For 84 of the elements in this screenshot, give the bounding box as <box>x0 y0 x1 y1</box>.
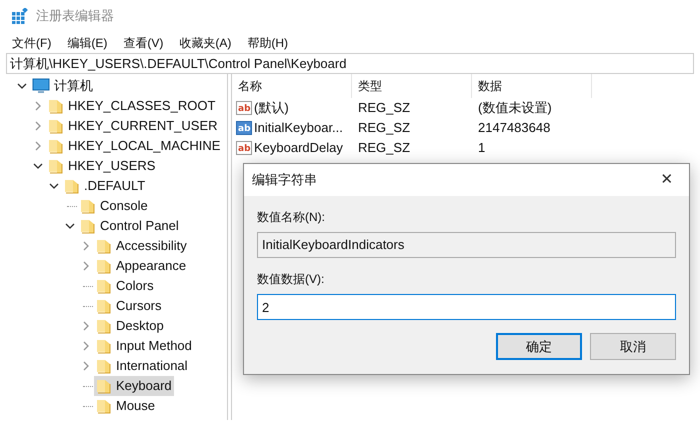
tree-item[interactable]: Cursors <box>94 296 164 316</box>
folder-icon <box>96 318 112 334</box>
tree-label: Control Panel <box>100 217 179 236</box>
tree-label: HKEY_LOCAL_MACHINE <box>68 137 220 156</box>
tree-item[interactable]: Console <box>78 196 150 216</box>
tree-item[interactable]: International <box>94 356 190 376</box>
column-header[interactable]: 类型 <box>352 74 472 98</box>
tree-item[interactable]: Desktop <box>94 316 166 336</box>
menu-item[interactable]: 编辑(E) <box>59 34 116 52</box>
folder-icon <box>96 278 112 294</box>
folder-icon <box>64 178 80 194</box>
registry-icon <box>12 8 28 24</box>
tree-label: Keyboard <box>116 377 172 396</box>
table-cell-text: REG_SZ <box>357 99 412 118</box>
dialog-button[interactable]: 取消 <box>590 333 676 360</box>
tree-label: HKEY_CURRENT_USER <box>68 117 218 136</box>
menu-item[interactable]: 帮助(H) <box>239 34 296 52</box>
tree-item[interactable]: HKEY_CURRENT_USER <box>46 116 220 136</box>
tree-label: 计算机 <box>54 77 93 96</box>
table-cell-text: InitialKeyboar... <box>254 119 343 138</box>
chevron-down-icon[interactable] <box>65 221 75 231</box>
tree-item[interactable]: Appearance <box>94 256 188 276</box>
tree-item[interactable]: Mouse <box>94 396 158 416</box>
dialog-button[interactable]: 确定 <box>496 333 582 360</box>
menu-item[interactable]: 收藏夹(A) <box>171 34 240 52</box>
tree-label: .DEFAULT <box>84 177 146 196</box>
tree-label: International <box>116 357 188 376</box>
folder-icon <box>48 98 64 114</box>
folder-icon <box>96 398 112 414</box>
table-cell-text: (默认) <box>254 99 289 118</box>
tree-item[interactable]: HKEY_CLASSES_ROOT <box>46 96 218 116</box>
table-cell-text: REG_SZ <box>357 119 412 138</box>
folder-icon <box>96 238 112 254</box>
menu-item[interactable]: 查看(V) <box>115 34 172 52</box>
folder-icon <box>48 138 64 154</box>
tree-item[interactable]: 计算机 <box>30 76 95 96</box>
tree-item[interactable]: Accessibility <box>94 236 189 256</box>
folder-icon <box>96 298 112 314</box>
folder-icon <box>96 338 112 354</box>
tree-label: Colors <box>116 277 154 296</box>
tree-label: Desktop <box>116 317 164 336</box>
chevron-down-icon[interactable] <box>17 81 27 91</box>
folder-icon <box>48 118 64 134</box>
table-cell-text: 1 <box>477 139 486 158</box>
string-value-icon: ab <box>236 140 252 156</box>
column-header[interactable]: 名称 <box>232 74 352 98</box>
table-cell-text: 2147483648 <box>477 119 550 138</box>
value-data-label: 数值数据(V): <box>257 271 326 288</box>
folder-icon <box>48 158 64 174</box>
computer-icon <box>32 78 50 94</box>
value-name-field[interactable]: InitialKeyboardIndicators <box>257 232 676 258</box>
tree-label: Input Method <box>116 337 192 356</box>
string-value-icon: ab <box>236 120 252 136</box>
folder-icon <box>80 198 96 214</box>
window-title: 注册表编辑器 <box>36 7 114 26</box>
tree-item[interactable]: HKEY_LOCAL_MACHINE <box>46 136 222 156</box>
tree-label: HKEY_USERS <box>68 157 156 176</box>
folder-icon <box>96 258 112 274</box>
tree-label: Console <box>100 197 148 216</box>
folder-icon <box>96 378 112 394</box>
value-name-label: 数值名称(N): <box>257 209 326 226</box>
close-button[interactable]: ✕ <box>653 168 681 192</box>
table-cell-text: (数值未设置) <box>477 99 552 118</box>
tree-label: HKEY_CLASSES_ROOT <box>68 97 216 116</box>
menu-item[interactable]: 文件(F) <box>4 34 60 52</box>
tree-label: Cursors <box>116 297 162 316</box>
folder-icon <box>80 218 96 234</box>
folder-icon <box>96 358 112 374</box>
tree-item[interactable]: .DEFAULT <box>62 176 148 196</box>
value-data-field[interactable]: 2 <box>257 294 676 320</box>
column-header[interactable]: 数据 <box>472 74 592 98</box>
tree-label: Mouse <box>116 397 156 416</box>
tree-item[interactable]: Colors <box>94 276 156 296</box>
tree-label: Accessibility <box>116 237 187 256</box>
dialog-title: 编辑字符串 <box>252 171 317 190</box>
address-bar[interactable]: 计算机\HKEY_USERS\.DEFAULT\Control Panel\Keyboard <box>6 53 694 74</box>
tree-label: Appearance <box>116 257 186 276</box>
table-cell-text: REG_SZ <box>357 139 412 158</box>
tree-item[interactable]: Input Method <box>94 336 194 356</box>
tree-item[interactable]: Keyboard <box>94 376 174 396</box>
tree-item[interactable]: HKEY_USERS <box>46 156 158 176</box>
table-cell-text: KeyboardDelay <box>254 139 343 158</box>
string-value-icon: ab <box>236 100 252 116</box>
tree-item[interactable]: Control Panel <box>78 216 181 236</box>
